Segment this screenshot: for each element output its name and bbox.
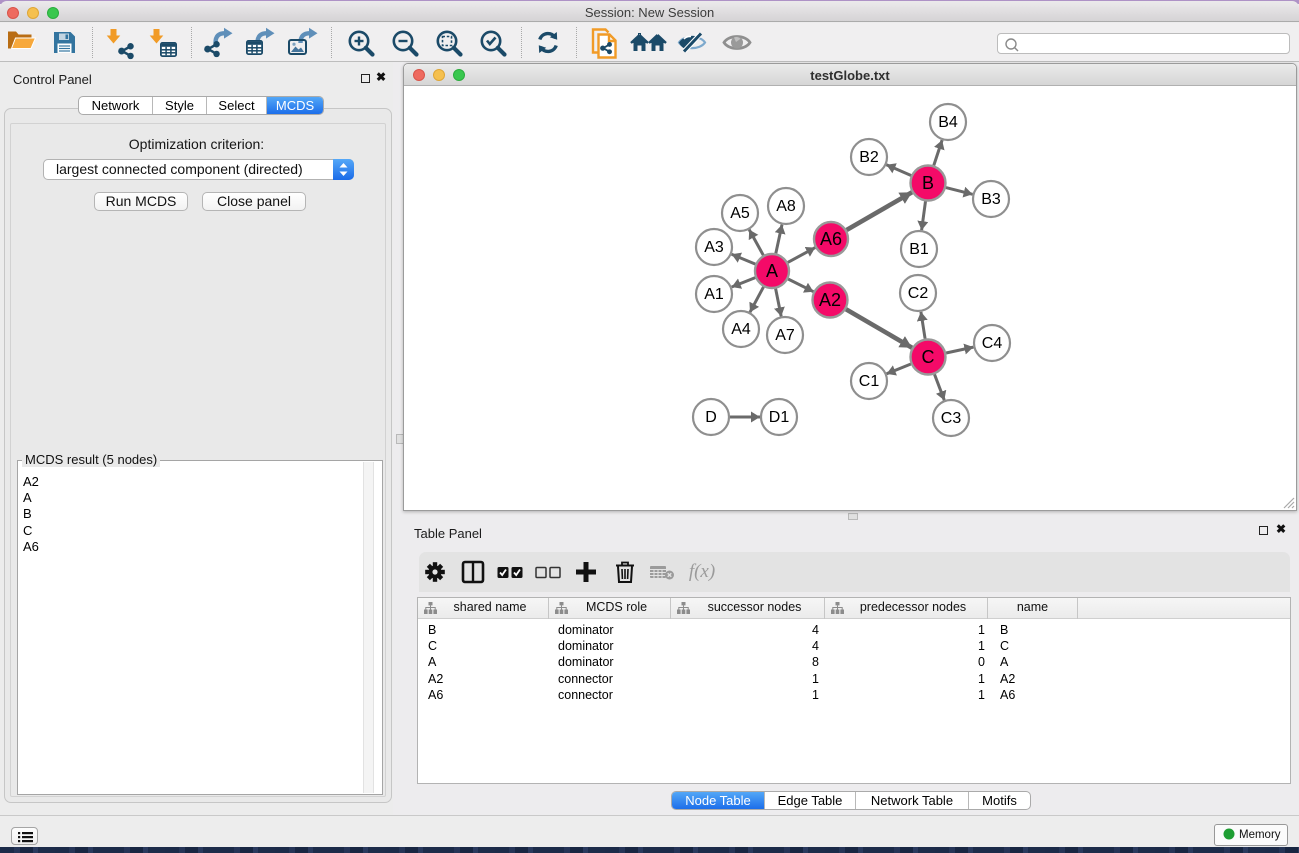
svg-text:A6: A6	[820, 229, 842, 249]
svg-text:B: B	[922, 173, 934, 193]
svg-text:C1: C1	[859, 373, 880, 390]
svg-text:A7: A7	[775, 327, 795, 344]
svg-text:A5: A5	[730, 205, 750, 222]
svg-text:A1: A1	[704, 286, 724, 303]
svg-text:C4: C4	[982, 335, 1003, 352]
svg-text:D: D	[705, 409, 717, 426]
svg-text:A: A	[766, 261, 778, 281]
svg-text:B1: B1	[909, 241, 929, 258]
svg-text:A2: A2	[819, 290, 841, 310]
svg-text:C2: C2	[908, 285, 929, 302]
svg-text:C3: C3	[941, 410, 962, 427]
svg-text:D1: D1	[769, 409, 790, 426]
svg-text:A4: A4	[731, 321, 751, 338]
svg-text:B2: B2	[859, 149, 879, 166]
svg-text:A8: A8	[776, 198, 796, 215]
svg-text:C: C	[922, 347, 935, 367]
svg-text:A3: A3	[704, 239, 724, 256]
svg-text:B3: B3	[981, 191, 1001, 208]
svg-text:B4: B4	[938, 114, 958, 131]
